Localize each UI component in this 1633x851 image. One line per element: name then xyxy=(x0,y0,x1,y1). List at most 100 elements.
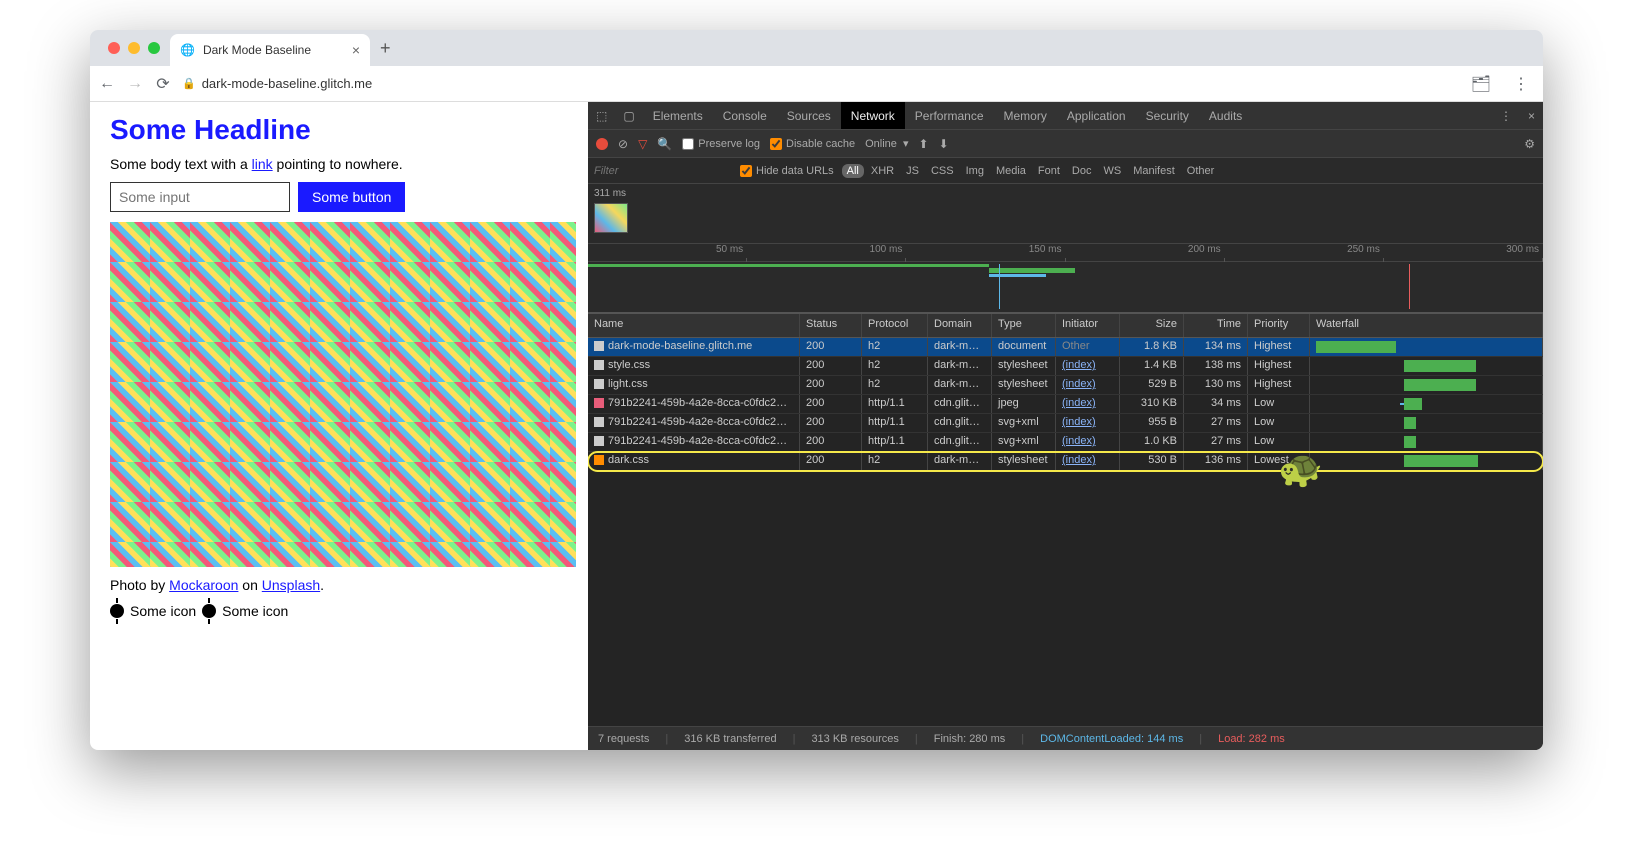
photo-source-link[interactable]: Unsplash xyxy=(262,577,320,593)
devtools-tab-memory[interactable]: Memory xyxy=(994,102,1057,129)
hide-data-urls-checkbox[interactable]: Hide data URLs xyxy=(740,165,834,177)
tab-title: Dark Mode Baseline xyxy=(203,43,311,57)
column-header-initiator[interactable]: Initiator xyxy=(1056,314,1120,337)
column-header-protocol[interactable]: Protocol xyxy=(862,314,928,337)
column-header-time[interactable]: Time xyxy=(1184,314,1248,337)
window-controls xyxy=(98,42,170,54)
filter-type-media[interactable]: Media xyxy=(991,164,1031,178)
device-toggle-icon[interactable]: ▢ xyxy=(615,109,642,123)
devtools-close-icon[interactable]: × xyxy=(1520,109,1543,123)
close-tab-icon[interactable]: × xyxy=(352,42,360,58)
bulb-icon xyxy=(110,604,124,618)
column-header-name[interactable]: Name xyxy=(588,314,800,337)
sample-image xyxy=(110,222,576,567)
filter-type-xhr[interactable]: XHR xyxy=(866,164,899,178)
rendered-page: Some Headline Some body text with a link… xyxy=(90,102,588,750)
devtools-tab-console[interactable]: Console xyxy=(713,102,777,129)
filter-type-js[interactable]: JS xyxy=(901,164,924,178)
devtools-tab-network[interactable]: Network xyxy=(841,102,905,129)
page-body: Some body text with a link pointing to n… xyxy=(110,156,568,172)
network-status-bar: 7 requests| 316 KB transferred| 313 KB r… xyxy=(588,726,1543,750)
filter-type-manifest[interactable]: Manifest xyxy=(1128,164,1180,178)
domcontentloaded-marker xyxy=(999,264,1000,309)
column-header-size[interactable]: Size xyxy=(1120,314,1184,337)
filter-type-font[interactable]: Font xyxy=(1033,164,1065,178)
address-bar: ← → ⟳ 🔒 dark-mode-baseline.glitch.me 🗂 ⋮ xyxy=(90,66,1543,102)
column-header-status[interactable]: Status xyxy=(800,314,862,337)
devtools-tab-sources[interactable]: Sources xyxy=(777,102,841,129)
network-request-row[interactable]: light.css200h2dark-mo…stylesheet(index)5… xyxy=(588,376,1543,395)
disable-cache-checkbox[interactable]: Disable cache xyxy=(770,138,855,150)
upload-icon[interactable]: ⬆ xyxy=(919,137,929,151)
icon-row: Some icon Some icon xyxy=(110,603,568,619)
filter-toggle-icon[interactable]: ▽ xyxy=(638,137,647,151)
download-icon[interactable]: ⬇ xyxy=(939,137,949,151)
inspect-icon[interactable]: ⬚ xyxy=(588,109,615,123)
file-type-icon xyxy=(594,455,604,465)
reload-button[interactable]: ⟳ xyxy=(154,74,172,94)
globe-icon: 🌐 xyxy=(180,43,195,57)
browser-window: 🌐 Dark Mode Baseline × + ← → ⟳ 🔒 dark-mo… xyxy=(90,30,1543,750)
devtools-tab-audits[interactable]: Audits xyxy=(1199,102,1252,129)
filter-type-doc[interactable]: Doc xyxy=(1067,164,1097,178)
network-request-row[interactable]: style.css200h2dark-mo…stylesheet(index)1… xyxy=(588,357,1543,376)
record-button[interactable] xyxy=(596,138,608,150)
devtools-tab-application[interactable]: Application xyxy=(1057,102,1136,129)
file-type-icon xyxy=(594,398,604,408)
icon-label-1: Some icon xyxy=(130,603,196,619)
photo-author-link[interactable]: Mockaroon xyxy=(169,577,238,593)
throttle-select[interactable]: Online ▾ xyxy=(865,137,908,150)
devtools-tab-security[interactable]: Security xyxy=(1136,102,1199,129)
network-request-row[interactable]: 791b2241-459b-4a2e-8cca-c0fdc2…200http/1… xyxy=(588,395,1543,414)
network-request-row[interactable]: dark-mode-baseline.glitch.me200h2dark-mo… xyxy=(588,338,1543,357)
clear-button[interactable]: ⊘ xyxy=(618,137,628,151)
column-header-priority[interactable]: Priority xyxy=(1248,314,1310,337)
new-tab-button[interactable]: + xyxy=(370,38,401,59)
maximize-window-icon[interactable] xyxy=(148,42,160,54)
status-resources: 313 KB resources xyxy=(811,733,898,745)
filter-type-other[interactable]: Other xyxy=(1182,164,1220,178)
filter-type-css[interactable]: CSS xyxy=(926,164,959,178)
preserve-log-checkbox[interactable]: Preserve log xyxy=(682,138,760,150)
back-button[interactable]: ← xyxy=(98,75,116,93)
timeline-tick: 200 ms xyxy=(1066,244,1225,261)
column-header-type[interactable]: Type xyxy=(992,314,1056,337)
devtools-tab-strip: ⬚ ▢ ElementsConsoleSourcesNetworkPerform… xyxy=(588,102,1543,130)
status-domcontentloaded: DOMContentLoaded: 144 ms xyxy=(1040,733,1183,745)
turtle-icon: 🐢 xyxy=(1278,448,1323,490)
minimize-window-icon[interactable] xyxy=(128,42,140,54)
timeline-tick: 100 ms xyxy=(747,244,906,261)
column-header-waterfall[interactable]: Waterfall xyxy=(1310,314,1543,337)
text-input[interactable] xyxy=(110,182,290,212)
devtools-menu-icon[interactable]: ⋮ xyxy=(1492,109,1520,123)
network-request-row[interactable]: 791b2241-459b-4a2e-8cca-c0fdc2…200http/1… xyxy=(588,414,1543,433)
filter-input[interactable] xyxy=(592,163,732,179)
column-header-domain[interactable]: Domain xyxy=(928,314,992,337)
icon-label-2: Some icon xyxy=(222,603,288,619)
submit-button[interactable]: Some button xyxy=(298,182,405,212)
search-icon[interactable]: 🔍 xyxy=(657,137,672,151)
filter-type-img[interactable]: Img xyxy=(961,164,989,178)
timeline-tick: 300 ms xyxy=(1384,244,1543,261)
timeline-tick: 50 ms xyxy=(588,244,747,261)
url-field[interactable]: 🔒 dark-mode-baseline.glitch.me xyxy=(182,76,1455,91)
network-request-row[interactable]: 791b2241-459b-4a2e-8cca-c0fdc2…200http/1… xyxy=(588,433,1543,452)
devtools-tab-performance[interactable]: Performance xyxy=(905,102,994,129)
menu-icon[interactable]: ⋮ xyxy=(1507,74,1535,94)
devtools-tab-elements[interactable]: Elements xyxy=(643,102,713,129)
waterfall-timeline[interactable]: 50 ms100 ms150 ms200 ms250 ms300 ms xyxy=(588,244,1543,314)
filter-bar: Hide data URLs AllXHRJSCSSImgMediaFontDo… xyxy=(588,158,1543,184)
settings-icon[interactable]: ⚙ xyxy=(1524,137,1535,151)
page-body-link[interactable]: link xyxy=(252,156,273,172)
extensions-icon[interactable]: 🗂 xyxy=(1465,74,1497,94)
file-type-icon xyxy=(594,417,604,427)
close-window-icon[interactable] xyxy=(108,42,120,54)
tab-strip: 🌐 Dark Mode Baseline × + xyxy=(90,30,1543,66)
filter-type-ws[interactable]: WS xyxy=(1098,164,1126,178)
bulb-icon xyxy=(202,604,216,618)
network-overview[interactable]: 311 ms xyxy=(588,184,1543,244)
filter-type-all[interactable]: All xyxy=(842,164,864,178)
forward-button[interactable]: → xyxy=(126,75,144,93)
network-request-row[interactable]: dark.css200h2dark-mo…stylesheet(index)53… xyxy=(588,452,1543,471)
browser-tab[interactable]: 🌐 Dark Mode Baseline × xyxy=(170,34,370,66)
